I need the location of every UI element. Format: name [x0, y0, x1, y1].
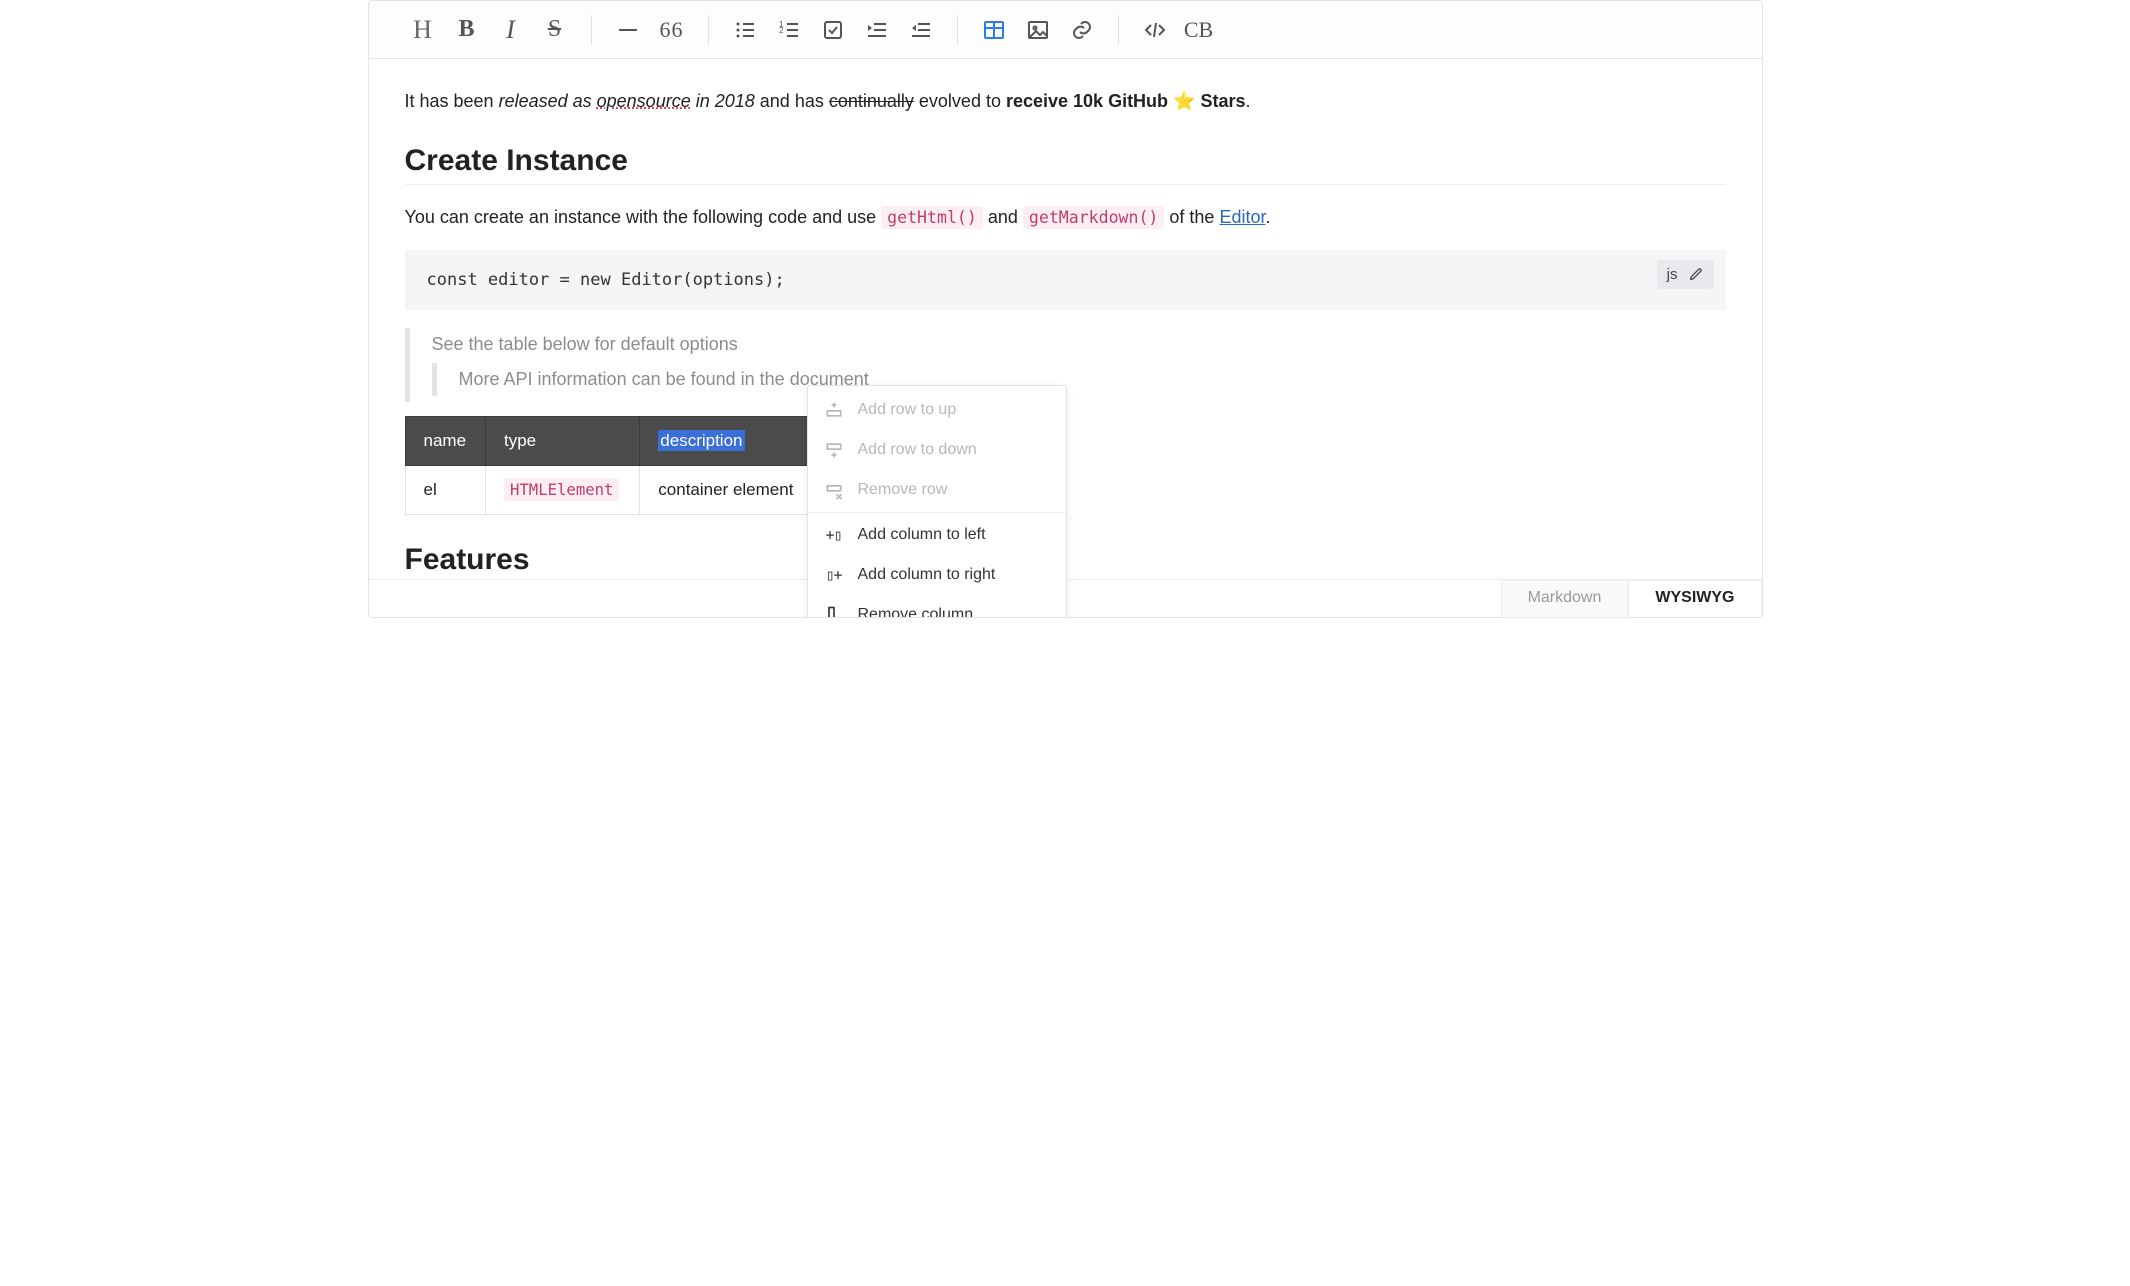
- menu-separator: [808, 512, 1066, 513]
- menu-label: Add row to down: [858, 441, 977, 459]
- create-paragraph[interactable]: You can create an instance with the foll…: [405, 203, 1726, 232]
- table-icon: [982, 18, 1006, 42]
- td-name[interactable]: el: [405, 465, 485, 514]
- tab-markdown[interactable]: Markdown: [1501, 580, 1629, 617]
- editor-link[interactable]: Editor: [1219, 207, 1265, 227]
- code-lang-label: js: [1667, 266, 1678, 283]
- td-desc[interactable]: container element: [640, 465, 814, 514]
- bold-icon: B: [458, 16, 474, 43]
- codeblock-icon: CB: [1184, 17, 1213, 43]
- intro-em-2: in 2018: [691, 91, 755, 111]
- code-button[interactable]: [1133, 8, 1177, 52]
- code-content: const editor = new Editor(options);: [427, 270, 1704, 290]
- editor-toolbar: H B I S 66 1 2: [369, 1, 1762, 59]
- menu-label: Remove row: [858, 481, 948, 499]
- heading-button[interactable]: H: [401, 8, 445, 52]
- create-text-d: .: [1265, 207, 1270, 227]
- italic-button[interactable]: I: [489, 8, 533, 52]
- remove-row-icon: [824, 480, 844, 500]
- table-header-row: name type description: [405, 416, 814, 465]
- intro-text-4: .: [1246, 91, 1251, 111]
- remove-col-icon: [824, 605, 844, 618]
- intro-strike: continually: [829, 91, 914, 111]
- bq-outer-text: See the table below for default options: [432, 334, 738, 354]
- code-block[interactable]: const editor = new Editor(options); js: [405, 250, 1726, 310]
- code-icon: [1143, 18, 1167, 42]
- intro-text-3: evolved to: [914, 91, 1006, 111]
- ol-button[interactable]: 1 2: [767, 8, 811, 52]
- link-icon: [1070, 18, 1094, 42]
- th-name[interactable]: name: [405, 416, 485, 465]
- blockquote-inner[interactable]: More API information can be found in the…: [432, 363, 1726, 396]
- indent-button[interactable]: [855, 8, 899, 52]
- th-description-label: description: [658, 430, 744, 451]
- ol-icon: 1 2: [777, 18, 801, 42]
- outdent-icon: [909, 18, 933, 42]
- toolbar-separator: [591, 15, 592, 45]
- add-col-left-icon: +▯: [824, 525, 844, 545]
- heading-create-instance[interactable]: Create Instance: [405, 144, 1726, 185]
- menu-label: Remove column: [858, 606, 974, 618]
- add-row-up-icon: [824, 400, 844, 420]
- task-button[interactable]: [811, 8, 855, 52]
- task-icon: [821, 18, 845, 42]
- hr-icon: [616, 18, 640, 42]
- codeblock-button[interactable]: CB: [1177, 8, 1221, 52]
- inline-code-gethtml: getHtml(): [881, 206, 983, 229]
- menu-add-col-right[interactable]: ▯+ Add column to right: [808, 555, 1066, 595]
- menu-label: Add column to left: [858, 526, 986, 544]
- options-table[interactable]: name type description el HTMLElement con…: [405, 416, 815, 515]
- menu-add-row-up[interactable]: Add row to up: [808, 390, 1066, 430]
- ul-button[interactable]: [723, 8, 767, 52]
- heading-icon: H: [413, 15, 432, 45]
- menu-remove-row[interactable]: Remove row: [808, 470, 1066, 510]
- menu-label: Add column to right: [858, 566, 996, 584]
- italic-icon: I: [506, 15, 515, 45]
- add-row-down-icon: [824, 440, 844, 460]
- toolbar-separator: [1118, 15, 1119, 45]
- toolbar-separator: [957, 15, 958, 45]
- table-button[interactable]: [972, 8, 1016, 52]
- intro-bold: receive 10k GitHub ⭐️ Stars: [1006, 91, 1246, 111]
- intro-em-spell: opensource: [597, 91, 691, 111]
- image-button[interactable]: [1016, 8, 1060, 52]
- create-text-a: You can create an instance with the foll…: [405, 207, 882, 227]
- create-text-c: of the: [1164, 207, 1219, 227]
- td-type[interactable]: HTMLElement: [485, 465, 639, 514]
- code-lang-button[interactable]: js: [1657, 260, 1714, 289]
- menu-add-col-left[interactable]: +▯ Add column to left: [808, 515, 1066, 555]
- ul-icon: [733, 18, 757, 42]
- menu-add-row-down[interactable]: Add row to down: [808, 430, 1066, 470]
- pencil-icon: [1688, 266, 1704, 282]
- td-type-code: HTMLElement: [504, 478, 619, 501]
- intro-paragraph[interactable]: It has been released as opensource in 20…: [405, 87, 1726, 116]
- table-context-menu: Add row to up Add row to down Remove row…: [807, 385, 1067, 618]
- add-col-right-icon: ▯+: [824, 565, 844, 585]
- menu-label: Add row to up: [858, 401, 957, 419]
- strike-button[interactable]: S: [533, 8, 577, 52]
- intro-text-2: and has: [755, 91, 829, 111]
- th-type[interactable]: type: [485, 416, 639, 465]
- bold-button[interactable]: B: [445, 8, 489, 52]
- table-row[interactable]: el HTMLElement container element: [405, 465, 814, 514]
- indent-icon: [865, 18, 889, 42]
- th-description[interactable]: description: [640, 416, 814, 465]
- strike-icon: S: [548, 16, 561, 43]
- editor-frame: H B I S 66 1 2: [368, 0, 1763, 618]
- outdent-button[interactable]: [899, 8, 943, 52]
- inline-code-getmarkdown: getMarkdown(): [1023, 206, 1165, 229]
- intro-em: released as: [499, 91, 597, 111]
- quote-icon: 66: [660, 17, 684, 43]
- create-text-b: and: [983, 207, 1023, 227]
- toolbar-separator: [708, 15, 709, 45]
- tab-wysiwyg[interactable]: WYSIWYG: [1628, 580, 1761, 617]
- blockquote-button[interactable]: 66: [650, 8, 694, 52]
- image-icon: [1026, 18, 1050, 42]
- menu-remove-col[interactable]: Remove column: [808, 595, 1066, 618]
- hr-button[interactable]: [606, 8, 650, 52]
- link-button[interactable]: [1060, 8, 1104, 52]
- intro-text: It has been: [405, 91, 499, 111]
- svg-text:2: 2: [779, 26, 784, 35]
